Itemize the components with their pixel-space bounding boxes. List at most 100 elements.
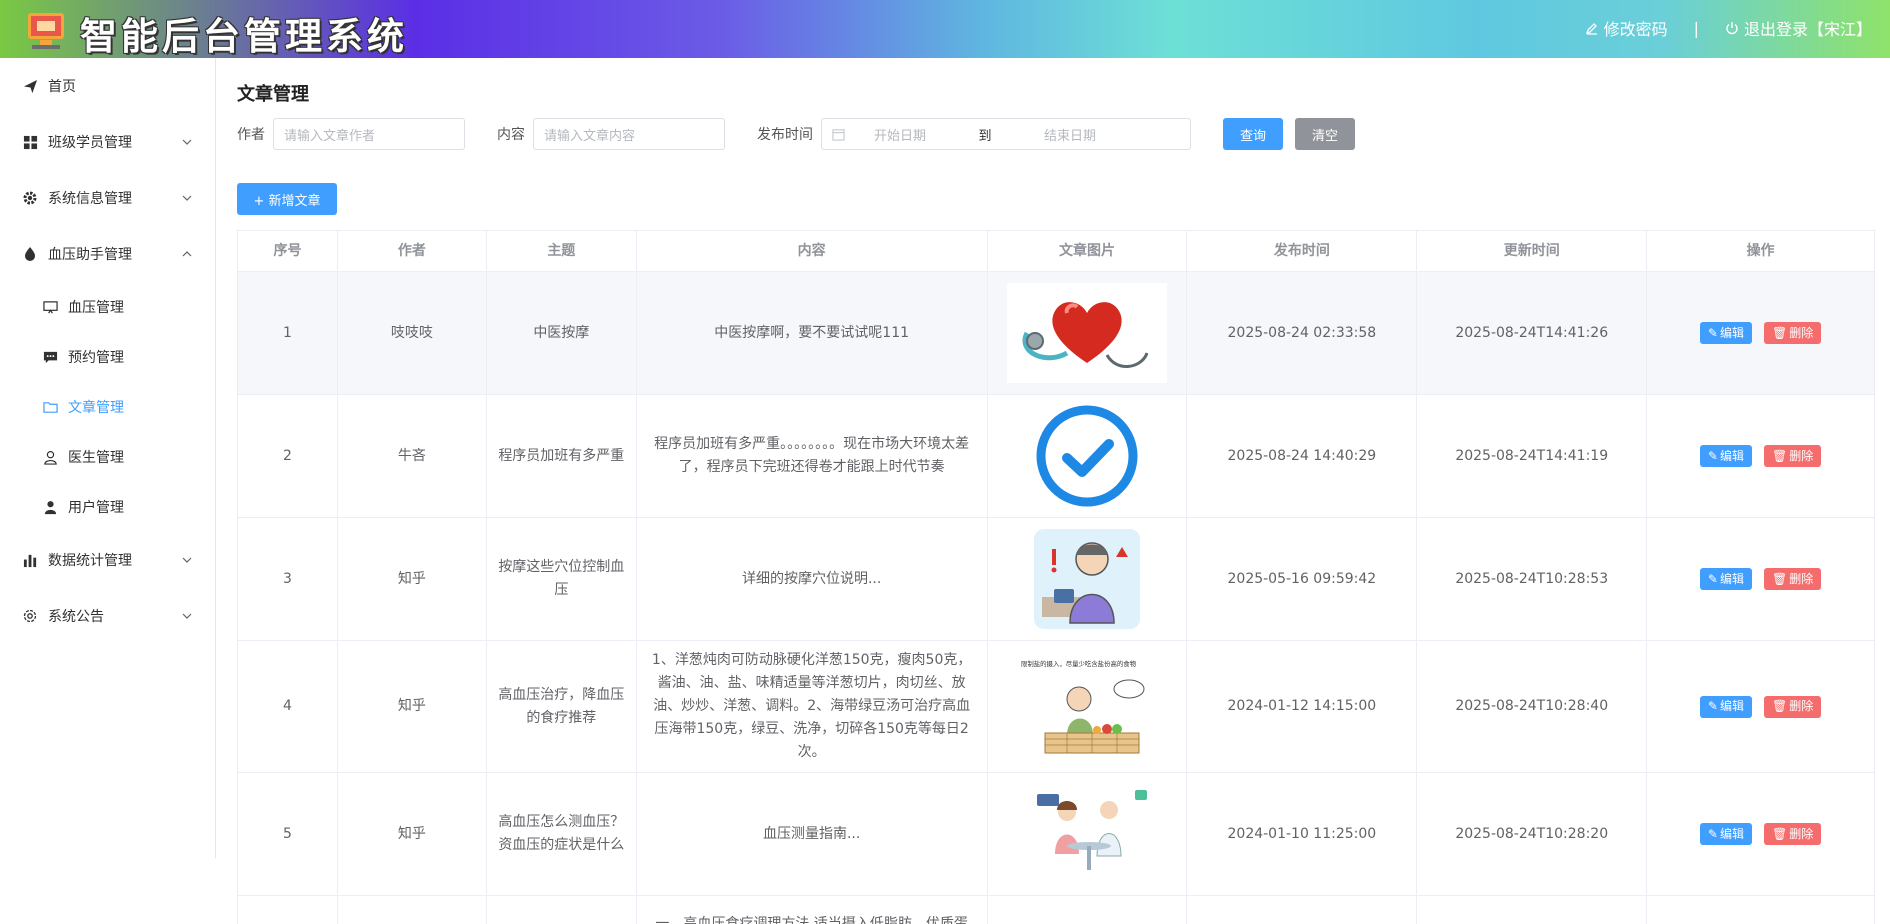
sidebar-item-label: 预约管理 [68,350,124,366]
bar-chart-icon [22,552,38,568]
main-content: 文章管理 作者 请输入文章作者 内容 请输入文章内容 发布时间 开始日期 到 结… [237,58,1877,924]
sidebar-item-appointments[interactable]: 预约管理 [0,332,215,382]
delete-button[interactable]: 🗑 删除 [1763,445,1822,467]
trash-icon: 🗑 [1771,571,1788,586]
cell-author: 知乎 [338,518,487,640]
cell-topic: 高血压治疗，降血压的食疗推荐 [487,641,637,772]
settings-icon [22,608,38,624]
sidebar-item-doctors[interactable]: 医生管理 [0,432,215,482]
change-password-link[interactable]: 修改密码 [1585,16,1668,40]
sidebar-item-statistics[interactable]: 数据统计管理 [0,532,215,588]
cell-published [1187,896,1418,924]
monitor-icon [42,299,58,315]
table-row[interactable]: 2 牛吝 程序员加班有多严重 程序员加班有多严重。。。。。。。。现在市场大环境太… [238,395,1875,518]
trash-icon: 🗑 [1771,325,1788,340]
image-caption: 限制盐的摄入，尽量少吃含盐份高的食物 [1021,659,1137,668]
sidebar-item-system-info[interactable]: 系统信息管理 [0,170,215,226]
table-row[interactable]: 5 知乎 高血压怎么测血压？资血压的症状是什么 血压测量指南... 2024-0… [238,773,1875,896]
sidebar-item-class-students[interactable]: 班级学员管理 [0,114,215,170]
cell-author [338,896,487,924]
cell-updated: 2025-08-24T14:41:26 [1417,272,1648,394]
edit-button[interactable]: ✎ 编辑 [1699,568,1752,590]
cell-image: 限制盐的摄入，尽量少吃含盐份高的食物 [988,641,1188,772]
edit-icon: ✎ [1707,699,1718,713]
cell-no [238,896,338,924]
edit-icon: ✎ [1707,571,1718,586]
edit-label: 编辑 [1719,826,1744,841]
sidebar-item-home[interactable]: 首页 [0,58,215,114]
sidebar-item-label: 数据统计管理 [48,553,132,569]
cell-topic: 程序员加班有多严重 [487,395,637,517]
sidebar-item-articles[interactable]: 文章管理 [0,382,215,432]
edit-button[interactable]: ✎ 编辑 [1699,322,1752,344]
table-row[interactable]: 1 吱吱吱 中医按摩 中医按摩啊，要不要试试呢111 2025-08-24 02… [238,272,1875,395]
add-article-button[interactable]: + 新增文章 [237,183,337,215]
cell-topic: 高血压怎么测血压？资血压的症状是什么 [487,773,637,895]
query-button[interactable]: 查询 [1223,118,1283,150]
delete-button[interactable]: 🗑 删除 [1763,568,1822,590]
cell-no: 3 [238,518,338,640]
sidebar-item-label: 系统公告 [48,609,104,625]
cell-image [988,395,1188,517]
cell-no: 4 [238,641,338,772]
author-input[interactable]: 请输入文章作者 [273,118,465,150]
edit-icon: ✎ [1707,448,1718,463]
articles-table: 序号 作者 主题 内容 文章图片 发布时间 更新时间 操作 1 吱吱吱 中医按摩… [237,230,1875,924]
date-range-picker[interactable]: 开始日期 到 结束日期 [821,118,1191,150]
table-header-row: 序号 作者 主题 内容 文章图片 发布时间 更新时间 操作 [238,231,1875,272]
sidebar-item-label: 系统信息管理 [48,191,132,207]
edit-icon [1585,23,1597,35]
cell-actions: ✎ 编辑 🗑 删除 [1647,272,1875,394]
delete-button[interactable]: 🗑 删除 [1763,322,1822,344]
cell-content: 详细的按摩穴位说明... [637,518,988,640]
sidebar-item-announcements[interactable]: 系统公告 [0,588,215,644]
chevron-down-icon [182,195,192,201]
cell-actions [1647,896,1875,924]
header-separator: | [1693,18,1699,38]
edit-button[interactable]: ✎ 编辑 [1699,823,1752,845]
sidebar-item-label: 文章管理 [68,400,124,416]
chevron-down-icon [182,139,192,145]
cell-actions: ✎ 编辑 🗑 删除 [1647,773,1875,895]
cell-published: 2025-08-24 14:40:29 [1187,395,1418,517]
table-row[interactable]: 一、高血压食疗调理方法 适当摄入低脂肪、优质蛋 [238,896,1875,924]
folder-icon [42,399,58,415]
chat-icon [42,349,58,365]
cell-no: 2 [238,395,338,517]
chevron-down-icon [182,557,192,563]
chevron-up-icon [182,251,192,257]
chevron-down-icon [182,613,192,619]
column-header: 内容 [636,231,988,271]
monitor-logo-icon [28,11,64,49]
content-input[interactable]: 请输入文章内容 [533,118,725,150]
end-date-input[interactable]: 结束日期 [1015,125,1125,144]
table-row[interactable]: 4 知乎 高血压治疗，降血压的食疗推荐 1、洋葱炖肉可防动脉硬化洋葱150克，瘦… [238,641,1875,773]
publish-date-label: 发布时间 [757,127,813,143]
table-row[interactable]: 3 知乎 按摩这些穴位控制血压 详细的按摩穴位说明... 2025-05-16 … [238,518,1875,641]
cell-author: 知乎 [338,641,487,772]
sidebar-item-bp-management[interactable]: 血压管理 [0,282,215,332]
power-icon [1726,22,1738,35]
cell-published: 2024-01-10 11:25:00 [1187,773,1418,895]
column-header: 文章图片 [987,231,1188,271]
start-date-input[interactable]: 开始日期 [845,125,955,144]
sidebar-item-label: 医生管理 [68,450,124,466]
cell-content: 程序员加班有多严重。。。。。。。。现在市场大环境太差了，程序员下完班还得卷才能跟… [637,395,988,517]
edit-icon: ✎ [1707,325,1718,340]
edit-button[interactable]: ✎ 编辑 [1699,445,1752,467]
delete-button[interactable]: 🗑 删除 [1763,695,1822,718]
clear-button[interactable]: 清空 [1295,118,1355,150]
delete-button[interactable]: 🗑 删除 [1763,823,1822,845]
cell-published: 2024-01-12 14:15:00 [1187,641,1418,772]
delete-label: 删除 [1789,571,1814,586]
edit-button[interactable]: ✎ 编辑 [1699,695,1752,718]
sidebar-item-users[interactable]: 用户管理 [0,482,215,532]
app-title: 智能后台管理系统 [80,14,408,58]
cell-author: 吱吱吱 [337,272,487,394]
sidebar-item-label: 血压助手管理 [48,247,132,263]
calendar-icon [832,128,845,141]
column-header: 发布时间 [1187,231,1418,271]
heart-stethoscope-image [1006,283,1167,383]
sidebar-item-bp-assistant[interactable]: 血压助手管理 [0,226,215,282]
logout-link[interactable]: 退出登录【宋江】 [1725,16,1872,40]
